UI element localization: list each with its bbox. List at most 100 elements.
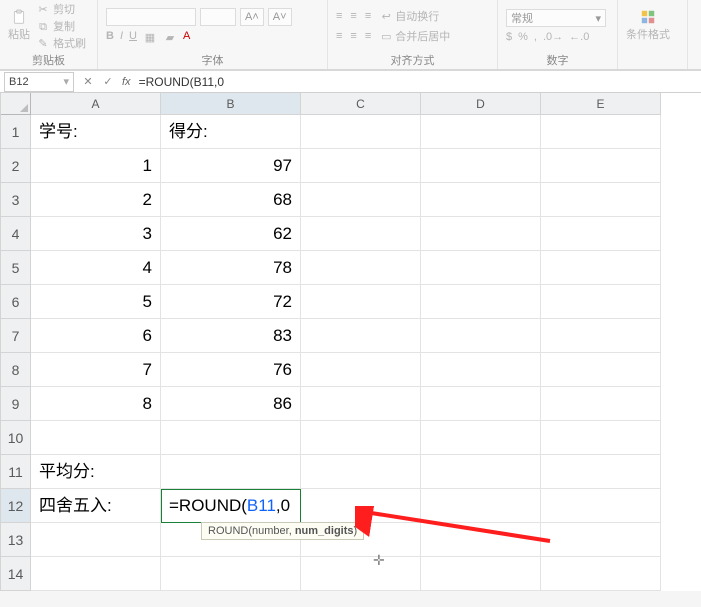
align-right-button[interactable]: ≡	[365, 30, 371, 42]
row-header-9[interactable]: 9	[1, 387, 31, 421]
decrease-font-button[interactable]: A˅	[268, 8, 292, 26]
cell-B10[interactable]	[161, 421, 301, 455]
align-left-button[interactable]: ≡	[336, 30, 342, 42]
row-header-7[interactable]: 7	[1, 319, 31, 353]
cut-button[interactable]: ✂ 剪切	[36, 1, 86, 17]
cell-B2[interactable]: 97	[161, 149, 301, 183]
underline-button[interactable]: U	[129, 30, 137, 44]
cell-B4[interactable]: 62	[161, 217, 301, 251]
cell-C9[interactable]	[301, 387, 421, 421]
select-all-corner[interactable]	[1, 93, 31, 115]
cell-E14[interactable]	[541, 557, 661, 591]
cell-E7[interactable]	[541, 319, 661, 353]
cell-A14[interactable]	[31, 557, 161, 591]
cell-C12[interactable]	[301, 489, 421, 523]
increase-font-button[interactable]: A˄	[240, 8, 264, 26]
row-header-10[interactable]: 10	[1, 421, 31, 455]
row-header-3[interactable]: 3	[1, 183, 31, 217]
font-size-select[interactable]	[200, 8, 236, 26]
cell-B12[interactable]: =ROUND(B11,0 ROUND(number, num_digits)	[161, 489, 301, 523]
cell-E1[interactable]	[541, 115, 661, 149]
cell-A13[interactable]	[31, 523, 161, 557]
fill-color-button[interactable]: ▰	[163, 30, 177, 44]
formula-input[interactable]: =ROUND(B11,0	[135, 75, 224, 89]
border-button[interactable]: ▦	[143, 30, 157, 44]
cell-D4[interactable]	[421, 217, 541, 251]
cell-C6[interactable]	[301, 285, 421, 319]
cell-B5[interactable]: 78	[161, 251, 301, 285]
decrease-decimal-button[interactable]: ←.0	[569, 31, 589, 43]
cell-B9[interactable]: 86	[161, 387, 301, 421]
cell-C10[interactable]	[301, 421, 421, 455]
row-header-4[interactable]: 4	[1, 217, 31, 251]
merge-center-button[interactable]: ▭ 合并后居中	[379, 28, 450, 44]
cell-A1[interactable]: 学号:	[31, 115, 161, 149]
cell-B3[interactable]: 68	[161, 183, 301, 217]
cell-C1[interactable]	[301, 115, 421, 149]
col-header-C[interactable]: C	[301, 93, 421, 115]
copy-button[interactable]: ⧉ 复制	[36, 18, 86, 35]
cell-A9[interactable]: 8	[31, 387, 161, 421]
cell-E3[interactable]	[541, 183, 661, 217]
cell-D9[interactable]	[421, 387, 541, 421]
number-format-select[interactable]: 常规 ▾	[506, 9, 606, 27]
cell-D3[interactable]	[421, 183, 541, 217]
cell-E9[interactable]	[541, 387, 661, 421]
cell-E6[interactable]	[541, 285, 661, 319]
align-top-button[interactable]: ≡	[336, 10, 342, 22]
cell-A2[interactable]: 1	[31, 149, 161, 183]
cell-E2[interactable]	[541, 149, 661, 183]
confirm-formula-button[interactable]: ✓	[98, 75, 118, 88]
cell-C8[interactable]	[301, 353, 421, 387]
cell-E4[interactable]	[541, 217, 661, 251]
cell-D1[interactable]	[421, 115, 541, 149]
cell-B11[interactable]	[161, 455, 301, 489]
cell-B14[interactable]	[161, 557, 301, 591]
cell-D2[interactable]	[421, 149, 541, 183]
col-header-D[interactable]: D	[421, 93, 541, 115]
increase-decimal-button[interactable]: .0→	[543, 31, 563, 43]
cell-B7[interactable]: 83	[161, 319, 301, 353]
spreadsheet-grid[interactable]: A B C D E 1 学号: 得分: 2 1 97 3 2 68 4 3 62…	[0, 93, 701, 591]
cell-A5[interactable]: 4	[31, 251, 161, 285]
cell-D13[interactable]	[421, 523, 541, 557]
conditional-format-button[interactable]: 条件格式	[626, 10, 670, 42]
name-box[interactable]: B12 ▾	[4, 72, 74, 92]
cell-A11[interactable]: 平均分:	[31, 455, 161, 489]
cell-C4[interactable]	[301, 217, 421, 251]
row-header-12[interactable]: 12	[1, 489, 31, 523]
comma-button[interactable]: ,	[534, 31, 537, 43]
cell-D12[interactable]	[421, 489, 541, 523]
align-middle-button[interactable]: ≡	[350, 10, 356, 22]
font-color-button[interactable]: A	[183, 30, 190, 44]
cell-B6[interactable]: 72	[161, 285, 301, 319]
cell-E13[interactable]	[541, 523, 661, 557]
cell-C5[interactable]	[301, 251, 421, 285]
cell-D14[interactable]	[421, 557, 541, 591]
row-header-6[interactable]: 6	[1, 285, 31, 319]
cell-A6[interactable]: 5	[31, 285, 161, 319]
cell-D7[interactable]	[421, 319, 541, 353]
row-header-5[interactable]: 5	[1, 251, 31, 285]
align-center-button[interactable]: ≡	[350, 30, 356, 42]
format-painter-button[interactable]: ✎ 格式刷	[36, 35, 86, 51]
cell-C3[interactable]	[301, 183, 421, 217]
cell-E10[interactable]	[541, 421, 661, 455]
cell-D11[interactable]	[421, 455, 541, 489]
cell-E8[interactable]	[541, 353, 661, 387]
row-header-11[interactable]: 11	[1, 455, 31, 489]
cell-E11[interactable]	[541, 455, 661, 489]
cell-B8[interactable]: 76	[161, 353, 301, 387]
cell-D8[interactable]	[421, 353, 541, 387]
cell-A10[interactable]	[31, 421, 161, 455]
cell-D5[interactable]	[421, 251, 541, 285]
row-header-2[interactable]: 2	[1, 149, 31, 183]
italic-button[interactable]: I	[120, 30, 123, 44]
cell-A8[interactable]: 7	[31, 353, 161, 387]
cell-A3[interactable]: 2	[31, 183, 161, 217]
row-header-13[interactable]: 13	[1, 523, 31, 557]
cell-C11[interactable]	[301, 455, 421, 489]
align-bottom-button[interactable]: ≡	[365, 10, 371, 22]
cancel-formula-button[interactable]: ✕	[78, 75, 98, 88]
cell-E5[interactable]	[541, 251, 661, 285]
